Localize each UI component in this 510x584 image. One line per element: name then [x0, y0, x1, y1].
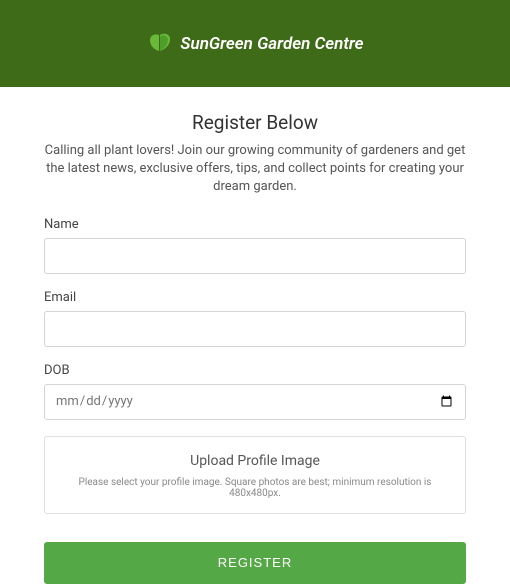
register-form: Register Below Calling all plant lovers!… — [0, 87, 510, 584]
dob-input[interactable] — [44, 384, 466, 420]
dob-field-group: DOB — [44, 363, 466, 420]
header: SunGreen Garden Centre — [0, 0, 510, 87]
name-field-group: Name — [44, 217, 466, 274]
page-subtitle: Calling all plant lovers! Join our growi… — [44, 142, 466, 197]
email-label: Email — [44, 290, 466, 305]
page-title: Register Below — [44, 111, 466, 134]
upload-hint: Please select your profile image. Square… — [57, 477, 453, 499]
brand-name: SunGreen Garden Centre — [180, 34, 363, 54]
register-button[interactable]: REGISTER — [44, 542, 466, 584]
name-input[interactable] — [44, 238, 466, 274]
name-label: Name — [44, 217, 466, 232]
upload-title: Upload Profile Image — [57, 453, 453, 469]
brand-logo: SunGreen Garden Centre — [146, 31, 363, 57]
dob-label: DOB — [44, 363, 466, 378]
upload-profile-box[interactable]: Upload Profile Image Please select your … — [44, 436, 466, 514]
email-input[interactable] — [44, 311, 466, 347]
leaf-icon — [146, 31, 174, 57]
email-field-group: Email — [44, 290, 466, 347]
